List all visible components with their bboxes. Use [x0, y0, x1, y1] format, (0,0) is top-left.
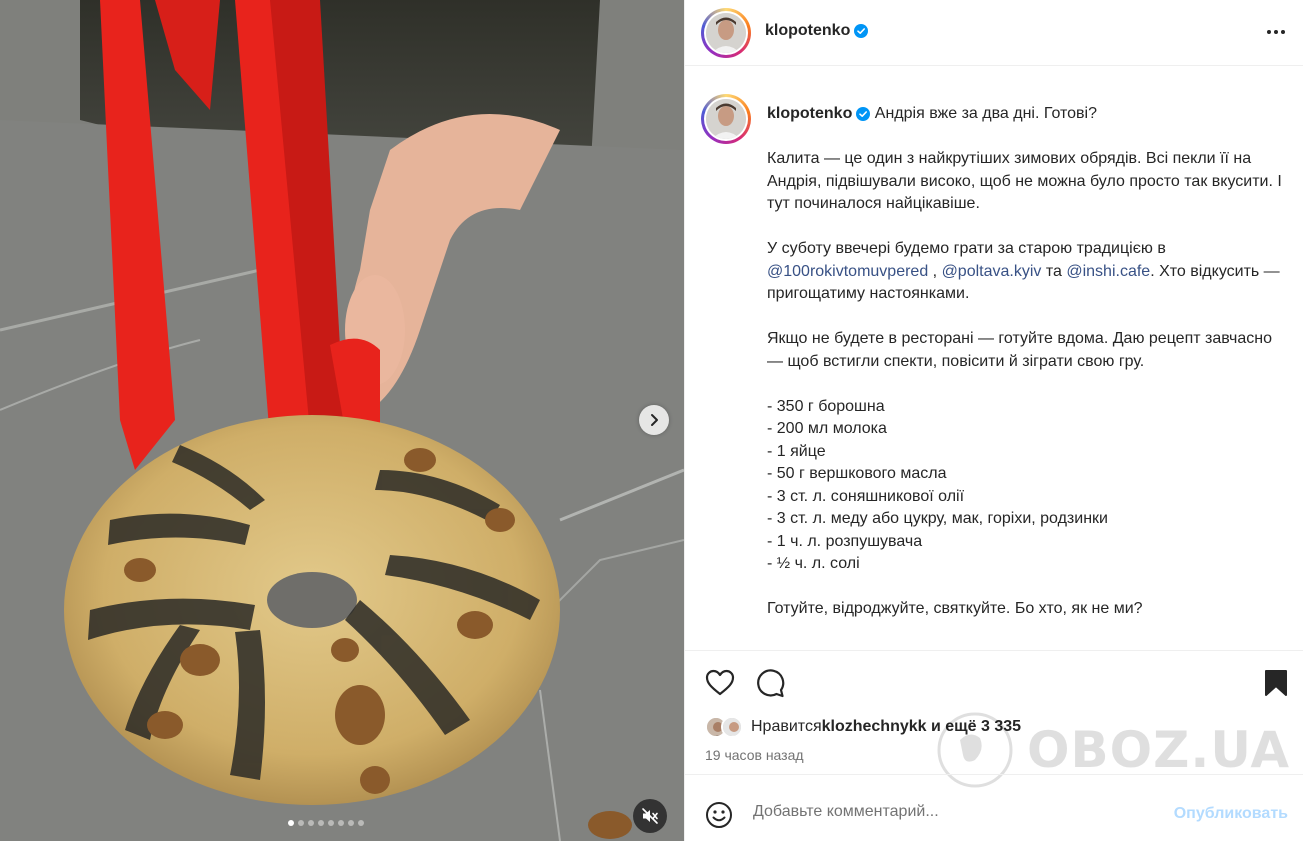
caption-paragraph: Готуйте, відроджуйте, святкуйте. Бо хто,… [767, 600, 1143, 617]
next-slide-button[interactable] [639, 405, 669, 435]
likes-summary: Нравится klozhechnykk и ещё 3 335 [705, 716, 1021, 738]
speaker-muted-icon [642, 808, 658, 824]
comment-button[interactable] [755, 668, 785, 703]
verified-badge-icon [856, 106, 871, 121]
caption-username[interactable]: klopotenko [767, 105, 852, 122]
comment-bar: Опубликовать [685, 774, 1303, 841]
likes-count[interactable]: и ещё 3 335 [927, 718, 1021, 736]
carousel-dot [338, 820, 344, 826]
ingredient-item: - 50 г вершкового масла [767, 465, 947, 482]
ingredient-item: - 200 мл молока [767, 420, 887, 437]
ingredient-item: - 1 яйце [767, 442, 826, 460]
more-horizontal-icon [1267, 30, 1285, 34]
publish-button[interactable]: Опубликовать [1174, 805, 1288, 823]
mute-button[interactable] [633, 799, 667, 833]
carousel-dot [318, 820, 324, 826]
post-media[interactable] [0, 0, 684, 841]
caption-separator: , [928, 262, 942, 280]
action-bar [685, 650, 1303, 714]
carousel-indicator [288, 820, 364, 826]
post-caption: klopotenko Андрія вже за два дні. Готові… [685, 67, 1303, 650]
post-timestamp[interactable]: 19 часов назад [705, 747, 804, 763]
watermark-text: OBOZ.UA [1027, 721, 1291, 779]
chevron-right-icon [651, 414, 658, 426]
heart-icon [705, 669, 735, 696]
more-options-button[interactable] [1266, 22, 1286, 47]
bookmark-icon [1265, 670, 1287, 696]
comment-icon [757, 669, 785, 698]
header-username[interactable]: klopotenko [765, 22, 850, 39]
liker-avatar[interactable] [721, 716, 743, 738]
mention-link[interactable]: @poltava.kyiv [942, 263, 1042, 280]
emoji-button[interactable] [705, 801, 733, 834]
carousel-dot [348, 820, 354, 826]
caption-paragraph: У суботу ввечері будемо грати за старою … [767, 240, 1171, 257]
save-button[interactable] [1264, 669, 1288, 702]
caption-avatar[interactable] [701, 94, 751, 144]
carousel-dot [288, 820, 294, 826]
like-button[interactable] [705, 669, 735, 702]
caption-first-line: Андрія вже за два дні. Готові? [870, 105, 1097, 122]
comment-input[interactable] [753, 803, 1163, 821]
ingredient-item: - 3 ст. л. соняшникової олії [767, 487, 965, 505]
ingredient-item: - ½ ч. л. солі [767, 555, 860, 572]
ingredient-item: - 3 ст. л. меду або цукру, мак, горіхи, … [767, 510, 1108, 527]
post-header: klopotenko [685, 0, 1303, 66]
caption-paragraph: Калита — це один з найкрутіших зимових о… [767, 150, 1287, 212]
mention-link[interactable]: @100rokivtomuvpered [767, 263, 928, 280]
emoji-icon [706, 802, 732, 828]
liker-username[interactable]: klozhechnykk [822, 718, 927, 736]
post-details-panel: klopotenko klopotenko Андрія вже за два … [684, 0, 1303, 841]
caption-separator: та [1041, 262, 1067, 280]
ingredient-item: - 1 ч. л. розпушувача [767, 532, 923, 550]
carousel-dot [298, 820, 304, 826]
ingredient-item: - 350 г борошна [767, 397, 885, 415]
caption-paragraph: Якщо не будете в ресторані — готуйте вдо… [767, 330, 1277, 370]
avatar[interactable] [701, 8, 751, 58]
verified-badge-icon [854, 23, 869, 38]
caption-text: klopotenko Андрія вже за два дні. Готові… [767, 103, 1287, 621]
post-photo [0, 0, 684, 841]
carousel-dot [358, 820, 364, 826]
carousel-dot [328, 820, 334, 826]
likes-prefix: Нравится [751, 718, 822, 735]
carousel-dot [308, 820, 314, 826]
mention-link[interactable]: @inshi.cafe [1066, 263, 1150, 280]
